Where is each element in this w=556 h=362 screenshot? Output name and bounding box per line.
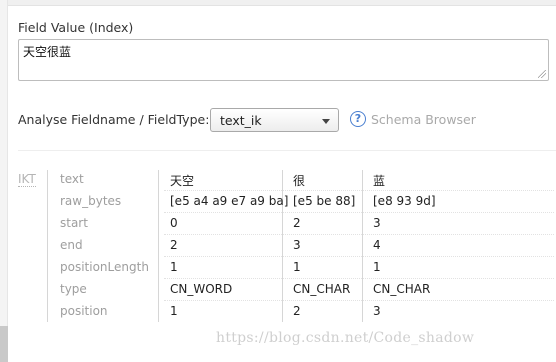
left-sidebar-edge xyxy=(0,0,8,362)
field-value-text: 天空很蓝 xyxy=(23,45,72,59)
chevron-down-icon xyxy=(322,119,330,124)
resize-grip-icon[interactable] xyxy=(538,70,546,78)
token-position-length: 1 xyxy=(170,260,178,274)
token-position-length: 1 xyxy=(373,260,381,274)
row-divider xyxy=(164,190,554,191)
row-label-raw-bytes: raw_bytes xyxy=(60,194,122,208)
top-border xyxy=(8,0,556,6)
watermark: https://blog.csdn.net/Code_shadow xyxy=(216,330,475,346)
token-text: 蓝 xyxy=(373,174,386,188)
row-divider xyxy=(164,278,554,279)
analyse-fieldtype-label: Analyse Fieldname / FieldType: xyxy=(18,112,210,127)
token-raw-bytes: [e8 93 9d] xyxy=(373,194,436,208)
token-text: 很 xyxy=(293,174,306,188)
row-divider xyxy=(164,212,554,213)
column-divider xyxy=(47,170,48,322)
row-label-end: end xyxy=(60,238,83,252)
token-raw-bytes: [e5 be 88] xyxy=(293,194,356,208)
row-divider xyxy=(164,256,554,257)
field-value-input[interactable]: 天空很蓝 xyxy=(18,39,549,81)
fieldtype-select[interactable]: text_ik xyxy=(210,108,339,132)
schema-browser-link[interactable]: Schema Browser xyxy=(371,112,476,127)
token-end: 3 xyxy=(293,238,301,252)
section-divider xyxy=(18,150,556,151)
token-start: 2 xyxy=(293,216,301,230)
token-type: CN_CHAR xyxy=(293,282,351,296)
token-start: 3 xyxy=(373,216,381,230)
token-position-length: 1 xyxy=(293,260,301,274)
row-label-position-length: positionLength xyxy=(60,260,149,274)
row-divider xyxy=(164,234,554,235)
analysis-stage-name[interactable]: IKT xyxy=(18,172,36,187)
row-label-text: text xyxy=(60,172,84,186)
token-position: 1 xyxy=(170,304,178,318)
token-position: 2 xyxy=(293,304,301,318)
fieldtype-selected-value: text_ik xyxy=(220,113,262,128)
token-type: CN_WORD xyxy=(170,282,233,296)
row-label-start: start xyxy=(60,216,88,230)
row-divider xyxy=(164,300,554,301)
token-type: CN_CHAR xyxy=(373,282,431,296)
row-label-type: type xyxy=(60,282,87,296)
column-divider xyxy=(158,170,159,322)
token-end: 2 xyxy=(170,238,178,252)
row-label-position: position xyxy=(60,304,108,318)
token-start: 0 xyxy=(170,216,178,230)
sidebar-bottom-block xyxy=(0,326,8,362)
token-raw-bytes: [e5 a4 a9 e7 a9 ba] xyxy=(170,194,289,208)
help-icon[interactable]: ? xyxy=(350,111,366,127)
token-text: 天空 xyxy=(170,174,195,188)
token-end: 4 xyxy=(373,238,381,252)
field-value-label: Field Value (Index) xyxy=(18,20,134,35)
token-position: 3 xyxy=(373,304,381,318)
